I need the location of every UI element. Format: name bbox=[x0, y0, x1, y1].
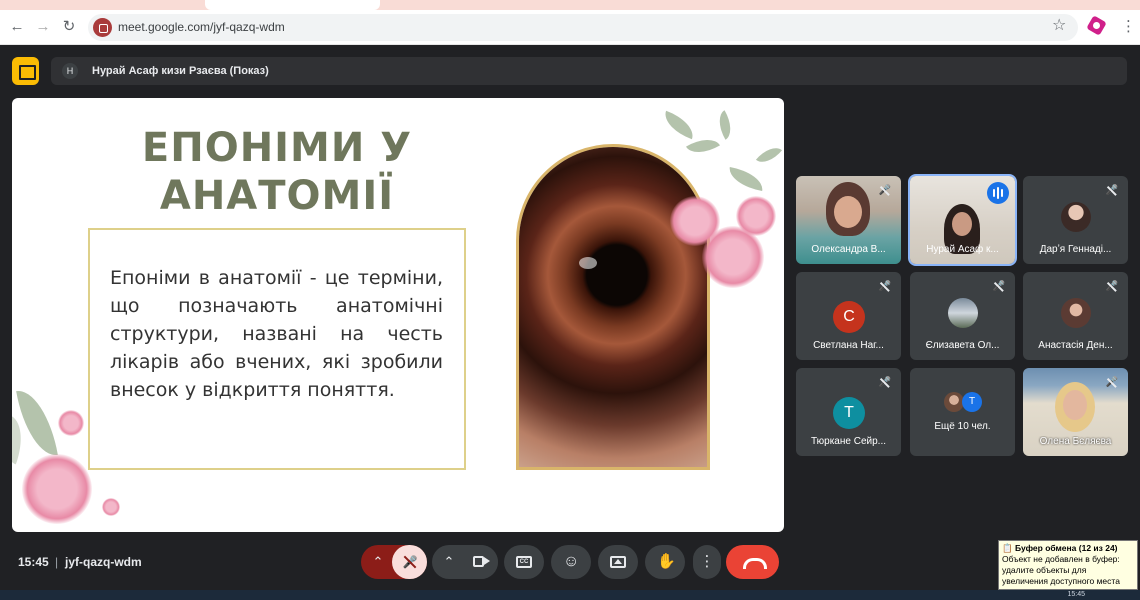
camera-icon bbox=[473, 556, 484, 567]
slide-title-line1: ЕПОНІМИ У bbox=[141, 125, 413, 171]
participant-name: Єлизавета Ол... bbox=[925, 340, 1000, 351]
back-icon[interactable]: ← bbox=[6, 16, 28, 38]
participant-face bbox=[834, 196, 862, 228]
windows-taskbar: 15:45 bbox=[0, 590, 1140, 600]
more-participants-tile[interactable]: Т Ещё 10 чел. bbox=[910, 368, 1015, 456]
mic-off-icon: 🎤 bbox=[878, 377, 892, 388]
flower-decoration bbox=[102, 498, 120, 516]
participant-name: Светлана Наг... bbox=[813, 340, 884, 351]
participant-avatar bbox=[1061, 202, 1091, 232]
leaf-decoration bbox=[755, 141, 783, 169]
mic-toggle-button[interactable]: 🎤 bbox=[392, 545, 427, 579]
browser-toolbar: ← → ↻ meet.google.com/jyf-qazq-wdm ☆ ⋮ bbox=[0, 10, 1140, 45]
presenter-bar: Н Нурай Асаф кизи Рзаєва (Показ) bbox=[51, 57, 1127, 85]
tab-strip bbox=[0, 0, 1140, 10]
participant-name: Дарʼя Геннаді... bbox=[1039, 244, 1112, 255]
flower-decoration bbox=[58, 410, 84, 436]
participant-avatar: Т bbox=[962, 392, 982, 412]
participant-name: Нурай Асаф к... bbox=[926, 244, 999, 255]
mic-off-icon: 🎤 bbox=[992, 281, 1006, 292]
camera-control-group: ⌃ bbox=[432, 545, 498, 579]
site-info-icon[interactable] bbox=[93, 18, 112, 37]
meeting-code: jyf-qazq-wdm bbox=[65, 555, 142, 569]
tooltip-text: Объект не добавлен в буфер: удалите объе… bbox=[1002, 554, 1120, 586]
participant-avatar bbox=[1061, 298, 1091, 328]
slide-title-line2: АНАТОМІЇ bbox=[159, 173, 395, 219]
mic-off-icon: 🎤 bbox=[1105, 185, 1119, 196]
participant-tile[interactable]: 🎤 Дарʼя Геннаді... bbox=[1023, 176, 1128, 264]
present-screen-button[interactable] bbox=[598, 545, 638, 579]
slide-title: ЕПОНІМИ У АНАТОМІЇ bbox=[12, 124, 542, 220]
participant-tile[interactable]: Т 🎤 Тюркане Сейр... bbox=[796, 368, 901, 456]
reactions-button[interactable]: ☺ bbox=[551, 545, 591, 579]
emoji-icon: ☺ bbox=[563, 553, 580, 570]
forward-icon[interactable]: → bbox=[32, 16, 54, 38]
mic-off-icon: 🎤 bbox=[878, 281, 892, 292]
participant-avatar bbox=[948, 298, 978, 328]
meeting-clock: 15:45 bbox=[18, 555, 49, 569]
tooltip-title: Буфер обмена (12 из 24) bbox=[1014, 543, 1118, 553]
presenter-avatar: Н bbox=[62, 63, 78, 79]
extension-icon[interactable] bbox=[1088, 17, 1106, 35]
leaf-decoration bbox=[659, 110, 699, 140]
mic-off-icon: 🎤 bbox=[878, 185, 892, 196]
eye-image bbox=[516, 144, 710, 470]
hand-icon: ✋ bbox=[657, 553, 676, 570]
browser-menu-icon[interactable]: ⋮ bbox=[1121, 17, 1136, 35]
participant-tile[interactable]: 🎤 Єлизавета Ол... bbox=[910, 272, 1015, 360]
more-participants-label: Ещё 10 чел. bbox=[934, 421, 991, 432]
participant-avatar bbox=[944, 392, 964, 412]
participant-name: Олена Бєляєва bbox=[1039, 436, 1112, 447]
camera-icon-lens bbox=[484, 557, 490, 565]
leaf-decoration bbox=[16, 385, 58, 461]
mic-control-group: ⌃ 🎤 bbox=[361, 545, 427, 579]
participant-tile[interactable]: 🎤 Олександра В... bbox=[796, 176, 901, 264]
captions-button[interactable]: CC bbox=[504, 545, 544, 579]
address-bar[interactable]: meet.google.com/jyf-qazq-wdm bbox=[88, 14, 1078, 41]
mic-options-chevron-icon[interactable]: ⌃ bbox=[370, 554, 386, 570]
participant-face bbox=[1063, 390, 1087, 420]
mic-off-icon: 🎤 bbox=[1105, 281, 1119, 292]
camera-toggle-button[interactable] bbox=[464, 545, 498, 579]
participant-tile[interactable]: С 🎤 Светлана Наг... bbox=[796, 272, 901, 360]
active-tab[interactable] bbox=[205, 0, 380, 10]
divider: | bbox=[55, 555, 59, 569]
participant-tile[interactable]: Нурай Асаф к... bbox=[908, 174, 1017, 266]
shared-slide: ЕПОНІМИ У АНАТОМІЇ Епоніми в анатомії - … bbox=[12, 98, 784, 532]
leave-call-button[interactable] bbox=[726, 545, 779, 579]
slide-body-text: Епоніми в анатомії - це терміни, що позн… bbox=[110, 267, 443, 401]
tray-clock[interactable]: 15:45 bbox=[1067, 591, 1085, 598]
flower-decoration bbox=[22, 454, 92, 524]
presenter-label: Нурай Асаф кизи Рзаєва (Показ) bbox=[92, 65, 269, 77]
mic-off-icon: 🎤 bbox=[1105, 377, 1119, 388]
participant-name: Олександра В... bbox=[811, 244, 886, 255]
url-text: meet.google.com/jyf-qazq-wdm bbox=[118, 20, 285, 34]
presentation-icon[interactable] bbox=[12, 57, 39, 85]
participant-tile[interactable]: 🎤 Олена Бєляєва bbox=[1023, 368, 1128, 456]
eye-photo bbox=[519, 147, 707, 467]
more-vert-icon: ⋮ bbox=[699, 553, 715, 570]
clipboard-icon: 📋 bbox=[1002, 543, 1013, 553]
raise-hand-button[interactable]: ✋ bbox=[645, 545, 685, 579]
reload-icon[interactable]: ↻ bbox=[58, 16, 80, 38]
clipboard-tooltip: 📋 Буфер обмена (12 из 24) Объект не доба… bbox=[998, 540, 1138, 590]
participant-avatar: Т bbox=[833, 397, 865, 429]
captions-icon: CC bbox=[516, 556, 532, 568]
speaking-indicator-icon bbox=[987, 182, 1009, 204]
flower-decoration bbox=[736, 196, 776, 236]
participant-face bbox=[952, 212, 972, 236]
camera-options-chevron-icon[interactable]: ⌃ bbox=[441, 554, 457, 570]
participant-avatar: С bbox=[833, 301, 865, 333]
bookmark-star-icon[interactable]: ☆ bbox=[1052, 15, 1066, 35]
participant-name: Анастасія Ден... bbox=[1038, 340, 1113, 351]
more-options-button[interactable]: ⋮ bbox=[693, 545, 721, 579]
participant-tile[interactable]: 🎤 Анастасія Ден... bbox=[1023, 272, 1128, 360]
leaf-decoration bbox=[726, 167, 766, 191]
present-arrow-icon bbox=[614, 559, 622, 564]
participant-name: Тюркане Сейр... bbox=[810, 436, 886, 447]
leaf-decoration bbox=[712, 110, 738, 140]
